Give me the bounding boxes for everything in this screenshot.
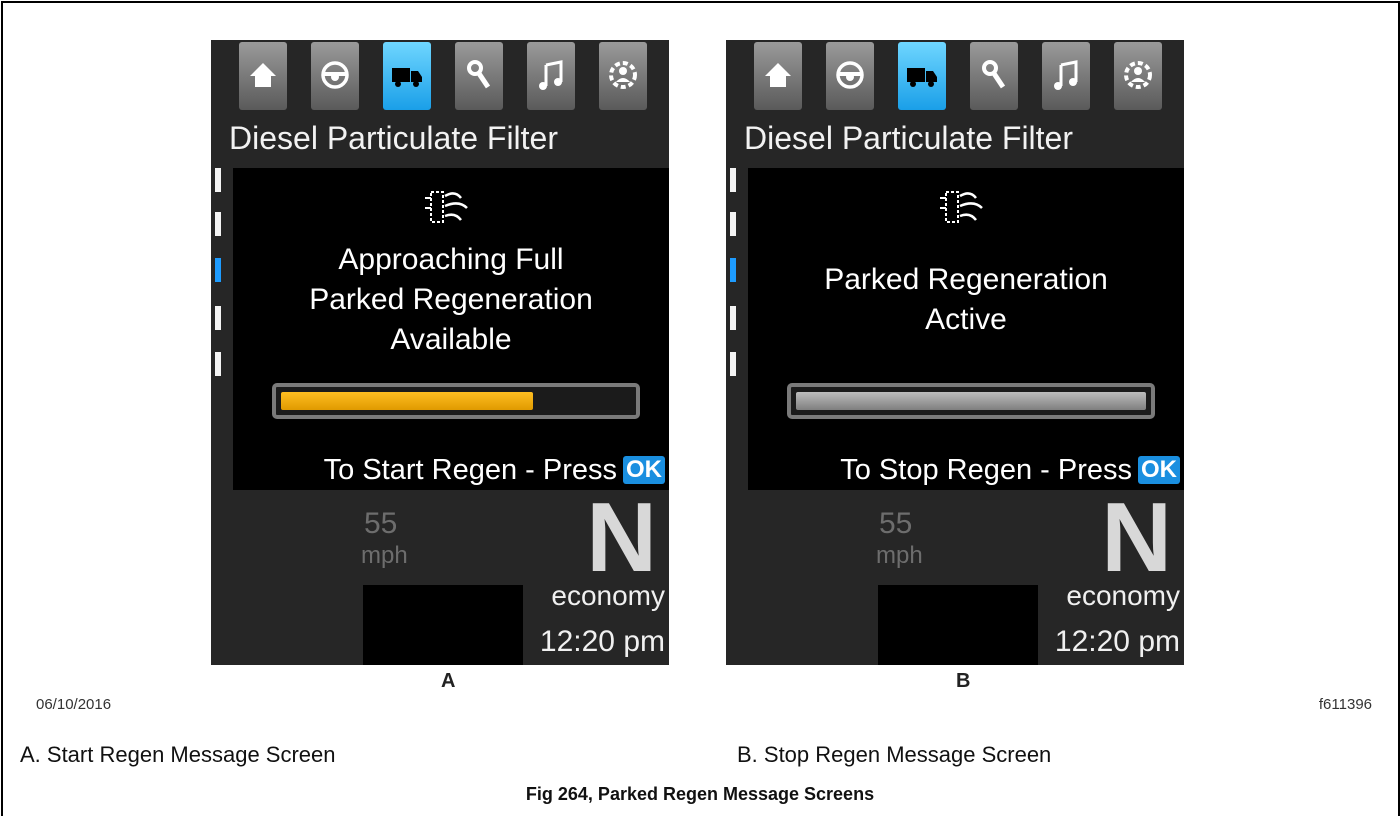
figure-title: Fig 264, Parked Regen Message Screens bbox=[525, 784, 875, 804]
clock-time: 12:20 pm bbox=[1054, 625, 1180, 658]
gear-settings-icon bbox=[1124, 61, 1152, 89]
tab-tools[interactable] bbox=[455, 42, 503, 110]
truck-icon bbox=[392, 68, 422, 87]
tab-steering[interactable] bbox=[826, 42, 874, 110]
blank-display-area bbox=[878, 585, 1038, 665]
menu-position-indicator bbox=[215, 352, 221, 376]
home-icon bbox=[765, 63, 791, 87]
wrench-icon bbox=[467, 60, 491, 89]
message-line-2: Active bbox=[925, 303, 1007, 336]
tab-settings[interactable] bbox=[599, 42, 647, 110]
ok-button[interactable]: OK bbox=[623, 456, 665, 484]
nav-tab-bar bbox=[239, 42, 669, 112]
tab-truck[interactable] bbox=[898, 42, 946, 110]
vehicle-speed: 55 bbox=[879, 507, 913, 540]
drive-mode: economy bbox=[551, 580, 665, 611]
message-line-2: Parked Regeneration bbox=[309, 283, 593, 316]
transmission-gear: N bbox=[586, 482, 657, 592]
message-line-1: Parked Regeneration bbox=[824, 263, 1108, 296]
speed-unit: mph bbox=[361, 542, 408, 569]
regen-progress-fill bbox=[796, 392, 1146, 410]
regen-progress-bar bbox=[787, 383, 1155, 419]
steering-wheel-icon bbox=[321, 61, 349, 89]
gear-settings-icon bbox=[609, 61, 637, 89]
stop-regen-screen: Diesel Particulate Filter Parked Regener… bbox=[726, 40, 1184, 665]
tab-tools[interactable] bbox=[970, 42, 1018, 110]
diesel-particulate-filter-icon bbox=[940, 191, 983, 223]
menu-position-indicator bbox=[730, 352, 736, 376]
ok-button[interactable]: OK bbox=[1138, 456, 1180, 484]
truck-icon bbox=[907, 68, 937, 87]
tab-home[interactable] bbox=[754, 42, 802, 110]
menu-position-indicator bbox=[215, 306, 221, 330]
transmission-gear: N bbox=[1101, 482, 1172, 592]
steering-wheel-icon bbox=[836, 61, 864, 89]
regen-progress-bar bbox=[272, 383, 640, 419]
drive-mode: economy bbox=[1066, 580, 1180, 611]
music-note-icon bbox=[1054, 60, 1078, 90]
blank-display-area bbox=[363, 585, 523, 665]
tab-steering[interactable] bbox=[311, 42, 359, 110]
speed-unit: mph bbox=[876, 542, 923, 569]
regen-prompt-text: To Stop Regen - Press bbox=[840, 454, 1132, 486]
message-panel: Approaching Full Parked Regeneration Ava… bbox=[233, 168, 669, 490]
caption-b: B. Stop Regen Message Screen bbox=[737, 742, 1052, 767]
tab-music[interactable] bbox=[1042, 42, 1090, 110]
tab-home[interactable] bbox=[239, 42, 287, 110]
message-line-3: Available bbox=[390, 323, 512, 356]
message-line-1: Approaching Full bbox=[338, 243, 564, 276]
regen-progress-fill bbox=[281, 392, 533, 410]
screen-label-a: A bbox=[441, 670, 456, 692]
screen-title: Diesel Particulate Filter bbox=[229, 120, 558, 156]
message-panel: Parked Regeneration Active To Stop Regen… bbox=[748, 168, 1184, 490]
menu-position-indicator bbox=[730, 168, 736, 192]
nav-tab-bar bbox=[754, 42, 1184, 112]
menu-position-indicator-active bbox=[730, 258, 736, 282]
tab-truck[interactable] bbox=[383, 42, 431, 110]
diesel-particulate-filter-icon bbox=[425, 191, 468, 223]
music-note-icon bbox=[539, 60, 563, 90]
regen-prompt-text: To Start Regen - Press bbox=[323, 454, 617, 486]
menu-position-indicator-active bbox=[215, 258, 221, 282]
menu-position-indicator bbox=[215, 168, 221, 192]
start-regen-screen: Diesel Particulate Filter Approaching Fu… bbox=[211, 40, 669, 665]
menu-position-indicator bbox=[730, 306, 736, 330]
figure-id: f611396 bbox=[1318, 696, 1372, 713]
menu-position-indicator bbox=[215, 212, 221, 236]
menu-position-indicator bbox=[730, 212, 736, 236]
screen-label-b: B bbox=[956, 670, 971, 692]
home-icon bbox=[250, 63, 276, 87]
figure-date: 06/10/2016 bbox=[36, 696, 112, 713]
clock-time: 12:20 pm bbox=[539, 625, 665, 658]
caption-a: A. Start Regen Message Screen bbox=[20, 742, 336, 767]
screen-title: Diesel Particulate Filter bbox=[744, 120, 1073, 156]
vehicle-speed: 55 bbox=[364, 507, 398, 540]
tab-settings[interactable] bbox=[1114, 42, 1162, 110]
tab-music[interactable] bbox=[527, 42, 575, 110]
wrench-icon bbox=[982, 60, 1006, 89]
